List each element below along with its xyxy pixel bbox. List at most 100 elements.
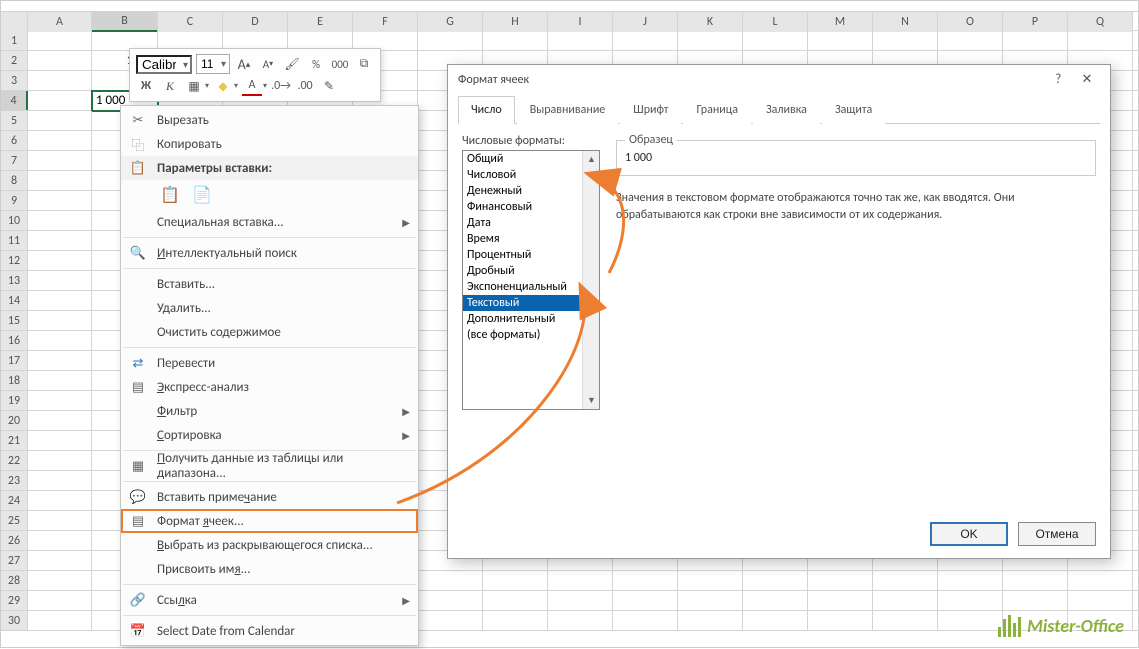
cell-A14[interactable] xyxy=(28,291,92,311)
cell-A4[interactable] xyxy=(28,91,92,111)
row-header-10[interactable]: 10 xyxy=(1,211,28,230)
row-header-6[interactable]: 6 xyxy=(1,131,28,150)
bold-icon[interactable]: Ж xyxy=(136,76,156,96)
row-header-4[interactable]: 4 xyxy=(1,91,28,110)
ctx-format-cells[interactable]: ▤ Формат ячеек... xyxy=(121,509,418,533)
cell-J28[interactable] xyxy=(613,571,678,591)
cell-N1[interactable] xyxy=(873,31,938,51)
tab-font[interactable]: Шрифт xyxy=(620,96,681,124)
cell-A27[interactable] xyxy=(28,551,92,571)
row-header-13[interactable]: 13 xyxy=(1,271,28,290)
comma-format-icon[interactable]: 000 xyxy=(330,54,350,74)
cell-O30[interactable] xyxy=(938,611,1003,631)
ctx-clear[interactable]: Очистить содержимое xyxy=(121,320,418,344)
decrease-decimal-icon[interactable]: .00 xyxy=(295,76,315,96)
col-header-P[interactable]: P xyxy=(1003,12,1068,32)
cell-A30[interactable] xyxy=(28,611,92,631)
close-icon[interactable]: ✕ xyxy=(1074,65,1100,95)
cell-J30[interactable] xyxy=(613,611,678,631)
ctx-copy[interactable]: ⿻ Копировать xyxy=(121,132,418,156)
cell-I1[interactable] xyxy=(548,31,613,51)
borders-icon[interactable]: ▦ xyxy=(184,76,204,96)
format-option[interactable]: Финансовый xyxy=(463,199,599,215)
cell-A6[interactable] xyxy=(28,131,92,151)
cell-A26[interactable] xyxy=(28,531,92,551)
cell-Q28[interactable] xyxy=(1068,571,1133,591)
cell-A8[interactable] xyxy=(28,171,92,191)
row-header-24[interactable]: 24 xyxy=(1,491,28,510)
row-header-20[interactable]: 20 xyxy=(1,411,28,430)
col-header-N[interactable]: N xyxy=(873,12,938,32)
cell-H30[interactable] xyxy=(483,611,548,631)
cell-H29[interactable] xyxy=(483,591,548,611)
cell-A23[interactable] xyxy=(28,471,92,491)
cell-M1[interactable] xyxy=(808,31,873,51)
ctx-paste-special[interactable]: Специальная вставка... ▶ xyxy=(121,210,418,234)
cell-N30[interactable] xyxy=(873,611,938,631)
cell-M29[interactable] xyxy=(808,591,873,611)
ctx-pick-from-list[interactable]: Выбрать из раскрывающегося списка... xyxy=(121,533,418,557)
format-option[interactable]: Числовой xyxy=(463,167,599,183)
cell-A2[interactable] xyxy=(28,51,92,71)
fill-color-icon[interactable]: ◆ xyxy=(213,76,233,96)
row-header-1[interactable]: 1 xyxy=(1,31,28,50)
row-header-12[interactable]: 12 xyxy=(1,251,28,270)
ctx-link[interactable]: 🔗 Ссылка ▶ xyxy=(121,588,418,612)
cell-G29[interactable] xyxy=(418,591,483,611)
format-option[interactable]: (все форматы) xyxy=(463,327,599,343)
cell-K28[interactable] xyxy=(678,571,743,591)
cell-I29[interactable] xyxy=(548,591,613,611)
ctx-get-from-table[interactable]: ▦ Получить данные из таблицы или диапазо… xyxy=(121,454,418,478)
cell-A9[interactable] xyxy=(28,191,92,211)
cell-L28[interactable] xyxy=(743,571,808,591)
row-header-22[interactable]: 22 xyxy=(1,451,28,470)
col-header-F[interactable]: F xyxy=(353,12,418,32)
cell-P29[interactable] xyxy=(1003,591,1068,611)
row-header-3[interactable]: 3 xyxy=(1,71,28,90)
cell-O1[interactable] xyxy=(938,31,1003,51)
row-header-16[interactable]: 16 xyxy=(1,331,28,350)
cell-G1[interactable] xyxy=(418,31,483,51)
row-header-5[interactable]: 5 xyxy=(1,111,28,130)
cell-K1[interactable] xyxy=(678,31,743,51)
row-header-17[interactable]: 17 xyxy=(1,351,28,370)
col-header-M[interactable]: M xyxy=(808,12,873,32)
paste-option-2-icon[interactable]: 📄 xyxy=(189,182,215,208)
ok-button[interactable]: OK xyxy=(930,522,1008,546)
row-header-26[interactable]: 26 xyxy=(1,531,28,550)
cell-I28[interactable] xyxy=(548,571,613,591)
row-header-25[interactable]: 25 xyxy=(1,511,28,530)
cell-K30[interactable] xyxy=(678,611,743,631)
format-option[interactable]: Дробный xyxy=(463,263,599,279)
number-format-list[interactable]: ОбщийЧисловойДенежныйФинансовыйДатаВремя… xyxy=(462,150,600,410)
format-option[interactable]: Экспоненциальный xyxy=(463,279,599,295)
row-header-30[interactable]: 30 xyxy=(1,611,28,630)
col-header-J[interactable]: J xyxy=(613,12,678,32)
cell-O29[interactable] xyxy=(938,591,1003,611)
cell-P1[interactable] xyxy=(1003,31,1068,51)
italic-icon[interactable]: К xyxy=(160,76,180,96)
help-icon[interactable]: ? xyxy=(1045,65,1071,95)
tab-border[interactable]: Граница xyxy=(683,96,751,124)
font-size-combo[interactable] xyxy=(196,54,230,74)
scrollbar[interactable]: ▲ ▼ xyxy=(582,151,599,409)
col-header-Q[interactable]: Q xyxy=(1068,12,1133,32)
ctx-cut[interactable]: ✂ Вырезать xyxy=(121,108,418,132)
row-header-19[interactable]: 19 xyxy=(1,391,28,410)
font-color-icon[interactable]: A xyxy=(242,76,262,96)
cell-A29[interactable] xyxy=(28,591,92,611)
cell-L1[interactable] xyxy=(743,31,808,51)
cell-A11[interactable] xyxy=(28,231,92,251)
ctx-select-date[interactable]: 📅 Select Date from Calendar xyxy=(121,619,418,643)
ctx-sort[interactable]: Сортировка ▶ xyxy=(121,423,418,447)
cancel-button[interactable]: Отмена xyxy=(1018,522,1096,546)
cell-A17[interactable] xyxy=(28,351,92,371)
ctx-delete[interactable]: Удалить... xyxy=(121,296,418,320)
cell-N28[interactable] xyxy=(873,571,938,591)
cell-A20[interactable] xyxy=(28,411,92,431)
cell-J29[interactable] xyxy=(613,591,678,611)
cell-N29[interactable] xyxy=(873,591,938,611)
cell-J1[interactable] xyxy=(613,31,678,51)
cell-O28[interactable] xyxy=(938,571,1003,591)
cell-A3[interactable] xyxy=(28,71,92,91)
